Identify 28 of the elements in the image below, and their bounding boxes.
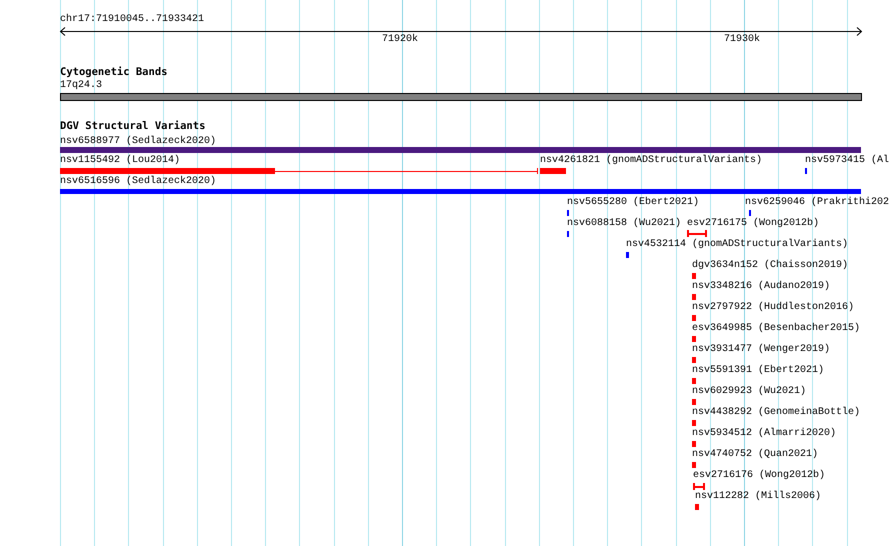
variant-label: nsv5655280 (Ebert2021) xyxy=(567,197,700,208)
variant-label: nsv6259046 (Prakrithi202 xyxy=(745,197,890,208)
variant-label: esv3649985 (Besenbacher2015) xyxy=(692,323,860,334)
variant-label: dgv3634n152 (Chaisson2019) xyxy=(692,260,848,271)
band-label: 17q24.3 xyxy=(60,80,102,91)
variant-label: nsv5591391 (Ebert2021) xyxy=(692,365,824,376)
variant-label: esv2716176 (Wong2012b) xyxy=(693,470,826,481)
ruler-tick-label: 71930k xyxy=(722,34,761,45)
variant-label: nsv4438292 (GenomeinaBottle) xyxy=(692,407,860,418)
variant-label: nsv5934512 (Almarri2020) xyxy=(692,428,836,439)
variant-label: nsv6029923 (Wu2021) xyxy=(692,386,806,397)
variant-label: nsv3931477 (Wenger2019) xyxy=(692,344,830,355)
variant-label: nsv6516596 (Sedlazeck2020) xyxy=(60,176,216,187)
variant-label: nsv1155492 (Lou2014) xyxy=(60,155,180,166)
variant-label: nsv4740752 (Quan2021) xyxy=(692,449,818,460)
variant-label: nsv5973415 (Al xyxy=(805,155,890,166)
variant-label: esv2716175 (Wong2012b) xyxy=(687,218,820,229)
location-label: chr17:71910045..71933421 xyxy=(60,14,204,25)
variant-label: nsv112282 (Mills2006) xyxy=(695,491,822,502)
variant-label: nsv4532114 (gnomADStructuralVariants) xyxy=(626,239,848,250)
variant-label: nsv6088158 (Wu2021) xyxy=(567,218,682,229)
variant-label: nsv6588977 (Sedlazeck2020) xyxy=(60,136,216,147)
variant-label: nsv4261821 (gnomADStructuralVariants) xyxy=(540,155,762,166)
track-title: Cytogenetic Bands xyxy=(60,67,168,78)
ruler-tick-label: 71920k xyxy=(380,34,419,45)
track-title: DGV Structural Variants xyxy=(60,121,206,132)
variant-label: nsv3348216 (Audano2019) xyxy=(692,281,830,292)
variant-label: nsv2797922 (Huddleston2016) xyxy=(692,302,854,313)
